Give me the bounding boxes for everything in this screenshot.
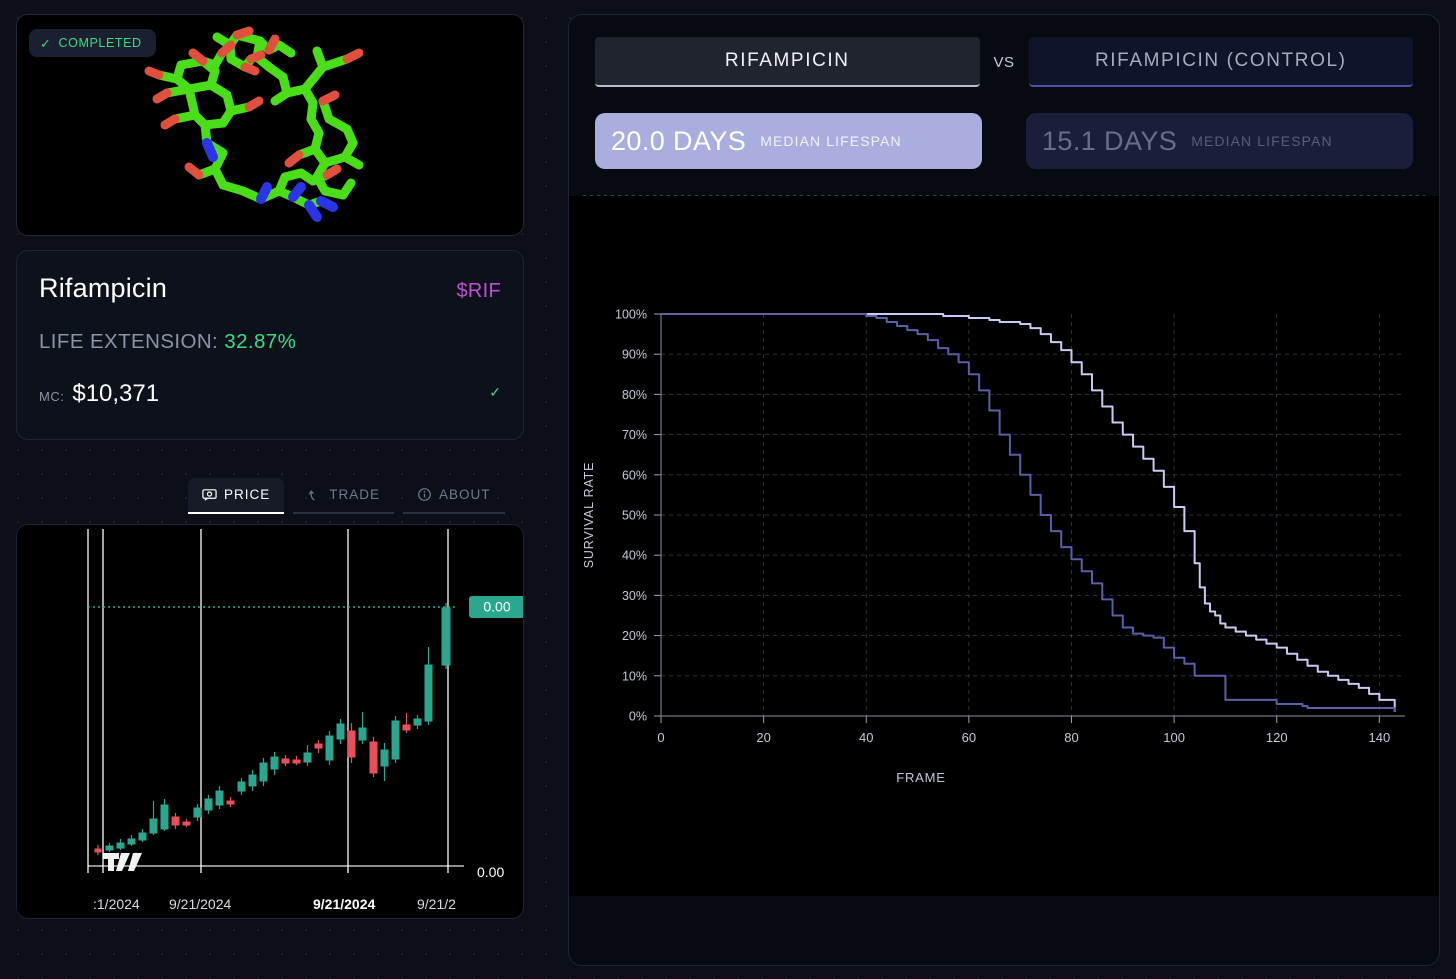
market-cap-label: MC:	[39, 389, 64, 404]
tab-price[interactable]: PRICE	[188, 478, 284, 514]
market-cap-value: $10,371	[72, 380, 159, 408]
x-axis-title: FRAME	[896, 770, 946, 785]
comparison-panel: RIFAMPICIN VS RIFAMPICIN (CONTROL) 20.0 …	[568, 14, 1440, 966]
check-icon: ✓	[40, 37, 52, 50]
life-extension-row: LIFE EXTENSION: 32.87%	[39, 330, 501, 354]
y-tick-label: 40%	[622, 549, 647, 563]
molecule-viewer-card[interactable]: ✓ COMPLETED	[16, 14, 524, 236]
price-x-label-2: 9/21/2024	[313, 896, 375, 912]
status-badge-label: COMPLETED	[59, 36, 142, 50]
y-tick-label: 30%	[622, 589, 647, 603]
y-tick-label: 50%	[622, 509, 647, 523]
y-axis-title: SURVIVAL RATE	[582, 462, 596, 569]
compound-selector[interactable]: RIFAMPICIN	[595, 37, 980, 87]
price-x-label-3: 9/21/2	[417, 896, 456, 912]
compound-info-card: Rifampicin $RIF LIFE EXTENSION: 32.87% M…	[16, 250, 524, 440]
tab-about[interactable]: ABOUT	[403, 478, 505, 514]
control-lifespan-value: 15.1 DAYS	[1042, 126, 1177, 157]
left-tabs: PRICE TRADE ABOUT	[16, 478, 524, 514]
survival-curve-chart: 0% 10% 20% 30% 40% 50% 60% 70% 80% 90% 100% 0 20 40 60…	[569, 196, 1440, 896]
x-tick-label: 0	[657, 730, 664, 745]
x-tick-label: 80	[1064, 730, 1078, 745]
y-tick-label: 100%	[615, 308, 647, 322]
ticker-symbol: $RIF	[456, 280, 501, 303]
price-x-label-0: :1/2024	[93, 896, 140, 912]
y-tick-label: 90%	[622, 348, 647, 362]
x-tick-label: 60	[962, 730, 976, 745]
check-icon: ✓	[489, 384, 501, 401]
life-extension-label: LIFE EXTENSION:	[39, 330, 218, 353]
compound-lifespan-value: 20.0 DAYS	[611, 126, 746, 157]
info-header: Rifampicin $RIF	[39, 273, 501, 304]
left-column: ✓ COMPLETED	[16, 14, 524, 966]
control-selector[interactable]: RIFAMPICIN (CONTROL)	[1029, 37, 1414, 87]
compound-vs-control-row: RIFAMPICIN VS RIFAMPICIN (CONTROL)	[569, 15, 1439, 87]
candlestick-chart: 0.00 0.00 :1/2024 9/21/2024 9/21/2024 9/…	[17, 525, 524, 919]
compound-lifespan-card: 20.0 DAYS MEDIAN LIFESPAN	[595, 113, 982, 169]
y-tick-label: 70%	[622, 428, 647, 442]
median-lifespan-row: 20.0 DAYS MEDIAN LIFESPAN 15.1 DAYS MEDI…	[569, 87, 1439, 169]
x-tick-label: 100	[1163, 730, 1185, 745]
price-chart-card[interactable]: 0.00 0.00 :1/2024 9/21/2024 9/21/2024 9/…	[16, 524, 524, 919]
axis-price-label: 0.00	[477, 864, 504, 880]
control-lifespan-card: 15.1 DAYS MEDIAN LIFESPAN	[1026, 113, 1413, 169]
x-tick-label: 120	[1266, 730, 1288, 745]
price-x-label-1: 9/21/2024	[169, 896, 231, 912]
info-circle-icon	[417, 487, 432, 502]
x-tick-label: 40	[859, 730, 873, 745]
tab-trade-label: TRADE	[329, 487, 380, 502]
y-tick-label: 20%	[622, 629, 647, 643]
compound-name: Rifampicin	[39, 273, 167, 304]
control-lifespan-label: MEDIAN LIFESPAN	[1191, 133, 1333, 149]
y-tick-label: 60%	[622, 468, 647, 482]
price-badge-value: 0.00	[483, 599, 510, 615]
tab-trade[interactable]: TRADE	[293, 478, 394, 514]
market-cap-row: MC: $10,371	[39, 380, 501, 408]
arrow-up-icon	[307, 487, 322, 502]
status-badge: ✓ COMPLETED	[29, 29, 156, 57]
vs-label: VS	[994, 54, 1015, 71]
x-tick-label: 140	[1368, 730, 1390, 745]
tab-price-label: PRICE	[224, 487, 270, 502]
life-extension-value: 32.87%	[224, 330, 296, 353]
survival-chart-area: FEED CHART Compound Control 0%10%20%3	[569, 196, 1439, 896]
y-tick-label: 80%	[622, 388, 647, 402]
tab-about-label: ABOUT	[439, 487, 491, 502]
y-tick-label: 0%	[629, 710, 647, 724]
price-tag-icon	[202, 487, 217, 502]
x-tick-label: 20	[756, 730, 770, 745]
y-tick-label: 10%	[622, 669, 647, 683]
compound-lifespan-label: MEDIAN LIFESPAN	[760, 133, 902, 149]
